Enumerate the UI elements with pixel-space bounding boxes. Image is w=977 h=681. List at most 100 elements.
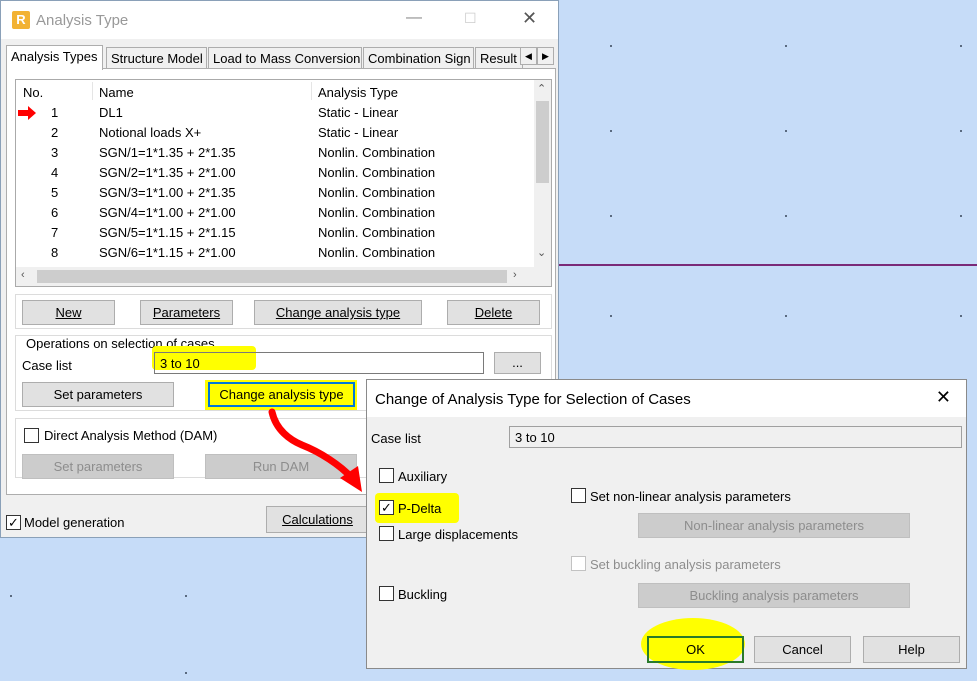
new-button[interactable]: New: [22, 300, 115, 325]
model-generation-label: Model generation: [24, 515, 125, 530]
cell-no: 3: [51, 145, 59, 160]
cell-name: SGN/5=1*1.15 + 2*1.15: [99, 225, 236, 240]
scroll-left-icon[interactable]: ‹: [21, 269, 25, 281]
tab-scroll-left-icon[interactable]: ◀: [520, 47, 537, 65]
cell-no: 1: [51, 105, 59, 120]
browse-cases-button[interactable]: ...: [494, 352, 541, 374]
dialog-close-icon[interactable]: ✕: [936, 387, 951, 408]
cell-name: SGN/6=1*1.15 + 2*1.00: [99, 245, 236, 260]
table-row[interactable]: 7 SGN/5=1*1.15 + 2*1.15 Nonlin. Combinatio…: [16, 223, 535, 243]
nonlinear-params-label: Set non-linear analysis parameters: [590, 489, 791, 504]
dam-label: Direct Analysis Method (DAM): [44, 428, 218, 443]
auxiliary-checkbox[interactable]: [379, 468, 394, 483]
cell-type: Nonlin. Combination: [318, 165, 436, 180]
tab-analysis-types[interactable]: Analysis Types: [6, 45, 103, 70]
buckling-params-checkbox: [571, 556, 586, 571]
case-buttons-group: New Parameters Change analysis type Dele…: [15, 294, 552, 329]
col-no-header[interactable]: No.: [23, 85, 43, 100]
ok-button[interactable]: OK: [647, 636, 744, 663]
cell-name: DL1: [99, 105, 123, 120]
run-dam-button: Run DAM: [205, 454, 357, 479]
cell-name: Notional loads X+: [99, 125, 202, 140]
tab-strip: Analysis Types Structure Model Load to M…: [6, 45, 556, 70]
minimize-icon[interactable]: —: [406, 9, 422, 27]
horizontal-scroll-thumb[interactable]: [37, 270, 507, 283]
cancel-button[interactable]: Cancel: [754, 636, 851, 663]
title-bar: R Analysis Type — ☐ ✕: [1, 1, 558, 39]
horizontal-scrollbar[interactable]: ‹ ›: [16, 267, 551, 286]
change-analysis-type-selection-button[interactable]: Change analysis type: [208, 382, 355, 407]
auxiliary-label: Auxiliary: [398, 469, 448, 484]
dam-set-parameters-button: Set parameters: [22, 454, 174, 479]
buckling-params-label: Set buckling analysis parameters: [590, 557, 781, 572]
table-header: No. Name Analysis Type: [16, 80, 535, 102]
cell-type: Nonlin. Combination: [318, 145, 436, 160]
pdelta-checkbox[interactable]: ✓: [379, 500, 394, 515]
set-parameters-button[interactable]: Set parameters: [22, 382, 174, 407]
tab-scroll-right-icon[interactable]: ▶: [537, 47, 554, 65]
scroll-up-icon[interactable]: ⌃: [537, 82, 546, 95]
table-row[interactable]: 2 Notional loads X+ Static - Linear: [16, 123, 535, 143]
cases-table[interactable]: No. Name Analysis Type 1 DL1 Static - Line…: [15, 79, 552, 287]
dialog-title: Change of Analysis Type for Selection of…: [375, 391, 691, 408]
tab-result[interactable]: Result: [475, 47, 523, 69]
tab-structure-model[interactable]: Structure Model: [106, 47, 207, 69]
cell-type: Static - Linear: [318, 125, 399, 140]
large-displacements-label: Large displacements: [398, 527, 518, 542]
dialog-case-list-label: Case list: [371, 431, 421, 446]
change-analysis-type-dialog: Change of Analysis Type for Selection of…: [366, 379, 967, 670]
table-row[interactable]: 5 SGN/3=1*1.00 + 2*1.35 Nonlin. Combinatio…: [16, 183, 535, 203]
cell-no: 6: [51, 205, 59, 220]
cell-name: SGN/2=1*1.35 + 2*1.00: [99, 165, 236, 180]
cell-type: Nonlin. Combination: [318, 185, 436, 200]
window-title: Analysis Type: [36, 12, 129, 29]
cell-type: Static - Linear: [318, 105, 399, 120]
table-row[interactable]: 4 SGN/2=1*1.35 + 2*1.00 Nonlin. Combinatio…: [16, 163, 535, 183]
model-generation-checkbox[interactable]: ✓: [6, 515, 21, 530]
cell-no: 8: [51, 245, 59, 260]
tab-combination-sign[interactable]: Combination Sign: [363, 47, 474, 69]
calculations-button[interactable]: Calculations: [266, 506, 369, 533]
large-displacements-checkbox[interactable]: [379, 526, 394, 541]
cell-type: Nonlin. Combination: [318, 205, 436, 220]
case-list-input[interactable]: 3 to 10: [154, 352, 484, 374]
dam-checkbox[interactable]: [24, 428, 39, 443]
table-row[interactable]: 3 SGN/1=1*1.35 + 2*1.35 Nonlin. Combinatio…: [16, 143, 535, 163]
vertical-scrollbar[interactable]: ⌃ ⌄: [534, 80, 551, 268]
cell-no: 2: [51, 125, 59, 140]
parameters-button[interactable]: Parameters: [140, 300, 233, 325]
canvas-line: [558, 264, 977, 266]
dialog-case-list-field[interactable]: 3 to 10: [509, 426, 962, 448]
delete-button[interactable]: Delete: [447, 300, 540, 325]
cell-type: Nonlin. Combination: [318, 225, 436, 240]
dialog-title-bar: Change of Analysis Type for Selection of…: [367, 380, 966, 417]
table-row[interactable]: 8 SGN/6=1*1.15 + 2*1.00 Nonlin. Combinatio…: [16, 243, 535, 263]
buckling-label: Buckling: [398, 587, 448, 602]
cell-name: SGN/1=1*1.35 + 2*1.35: [99, 145, 236, 160]
buckling-params-button: Buckling analysis parameters: [638, 583, 910, 608]
change-analysis-type-button[interactable]: Change analysis type: [254, 300, 422, 325]
col-name-header[interactable]: Name: [99, 85, 134, 100]
cell-no: 4: [51, 165, 59, 180]
tab-load-to-mass-conversion[interactable]: Load to Mass Conversion: [208, 47, 362, 69]
case-list-label: Case list: [22, 358, 72, 373]
vertical-scroll-thumb[interactable]: [536, 101, 549, 183]
cell-no: 5: [51, 185, 59, 200]
nonlinear-params-checkbox[interactable]: [571, 488, 586, 503]
table-row[interactable]: 1 DL1 Static - Linear: [16, 103, 535, 123]
robot-app-icon: R: [12, 11, 30, 29]
close-icon[interactable]: ✕: [522, 8, 537, 29]
help-button[interactable]: Help: [863, 636, 960, 663]
scroll-right-icon[interactable]: ›: [513, 269, 517, 281]
maximize-icon: ☐: [464, 10, 477, 26]
cell-no: 7: [51, 225, 59, 240]
pdelta-label: P-Delta: [398, 501, 442, 516]
nonlinear-params-button: Non-linear analysis parameters: [638, 513, 910, 538]
cell-type: Nonlin. Combination: [318, 245, 436, 260]
table-row[interactable]: 6 SGN/4=1*1.00 + 2*1.00 Nonlin. Combinatio…: [16, 203, 535, 223]
scroll-down-icon[interactable]: ⌄: [537, 246, 546, 259]
buckling-checkbox[interactable]: [379, 586, 394, 601]
col-type-header[interactable]: Analysis Type: [318, 85, 398, 100]
cell-name: SGN/4=1*1.00 + 2*1.00: [99, 205, 236, 220]
cell-name: SGN/3=1*1.00 + 2*1.35: [99, 185, 236, 200]
